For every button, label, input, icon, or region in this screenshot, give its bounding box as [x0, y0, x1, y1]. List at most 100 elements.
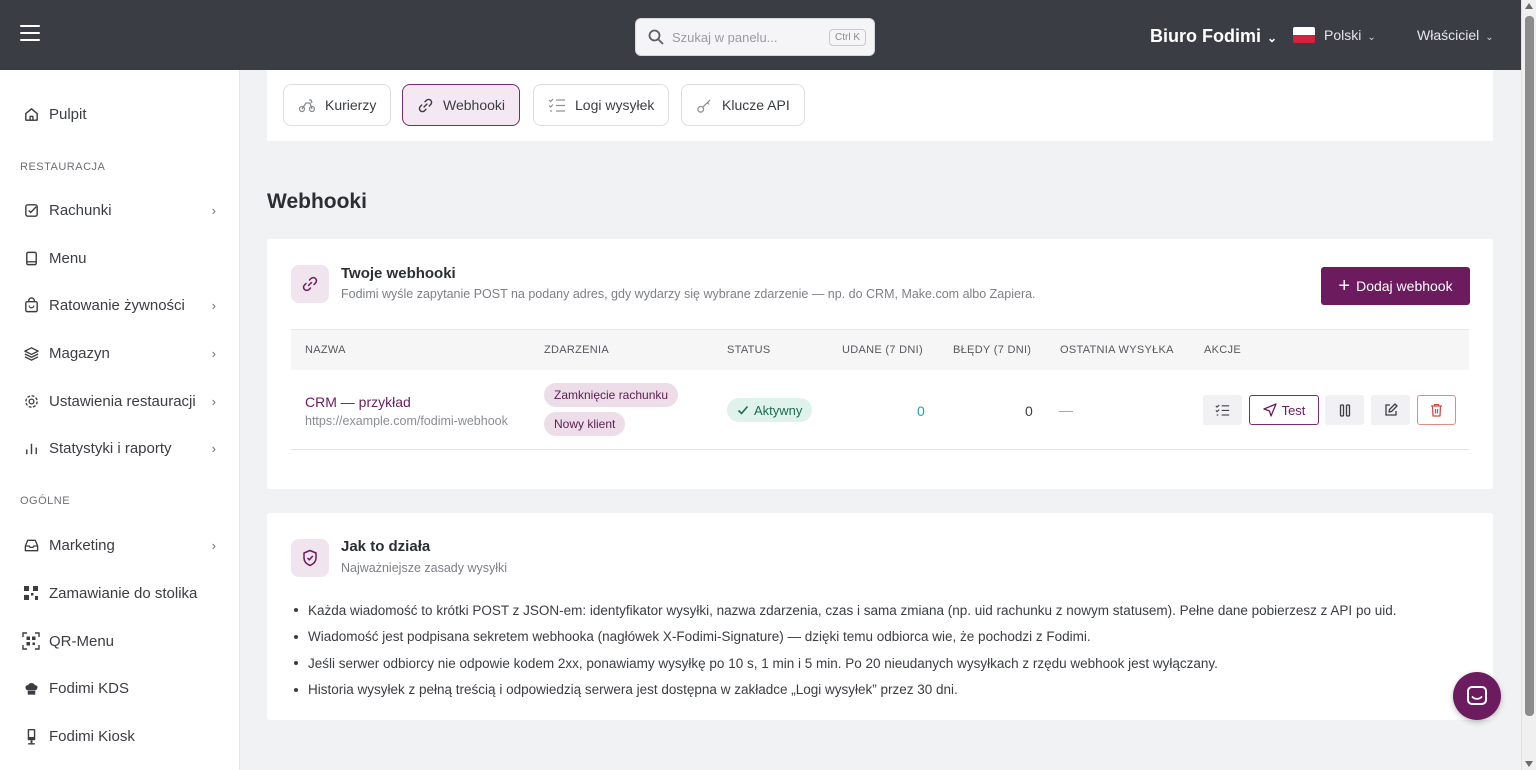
pause-webhook-button[interactable]: [1325, 395, 1364, 425]
checklist-icon: [548, 97, 566, 113]
tab-label: Kurierzy: [325, 97, 377, 113]
status-badge: Aktywny: [727, 398, 813, 422]
chevron-right-icon: ›: [211, 345, 216, 361]
sidebar-item-label: Marketing: [49, 536, 115, 554]
scroll-up-icon[interactable]: [1525, 3, 1533, 9]
sidebar-item-menu[interactable]: Menu: [0, 238, 240, 278]
tab-couriers[interactable]: Kurierzy: [283, 84, 392, 126]
link-icon: [291, 265, 329, 303]
webhooks-card: Twoje webhooki Fodimi wyśle zapytanie PO…: [267, 239, 1493, 489]
card-title: Twoje webhooki: [341, 265, 456, 282]
tab-webhooks[interactable]: Webhooki: [402, 84, 521, 126]
section-label-general: OGÓLNE: [20, 495, 71, 507]
chevron-down-icon: ⌄: [1267, 31, 1278, 45]
delete-webhook-button[interactable]: [1417, 395, 1456, 425]
link-icon: [417, 97, 434, 114]
add-webhook-button[interactable]: + Dodaj webhook: [1321, 267, 1470, 305]
sidebar-item-stats-reports[interactable]: Statystyki i raporty ›: [0, 428, 240, 468]
list-item: Jeśli serwer odbiorcy nie odpowie kodem …: [291, 650, 1471, 677]
sidebar-item-label: Pulpit: [49, 105, 87, 123]
event-badge: Nowy klient: [544, 412, 626, 436]
bar-chart-icon: [22, 439, 40, 457]
test-label: Test: [1281, 402, 1306, 418]
chevron-down-icon: ⌄: [1485, 32, 1494, 43]
sidebar-item-label: Magazyn: [49, 344, 110, 362]
search-input[interactable]: [672, 27, 812, 47]
sidebar-item-label: Menu: [49, 249, 87, 267]
inbox-icon: [22, 536, 40, 554]
organization-switcher[interactable]: Biuro Fodimi ⌄: [1150, 26, 1277, 47]
status-label: Aktywny: [754, 402, 803, 418]
book-icon: [22, 249, 40, 267]
sidebar-item-label: QR-Menu: [49, 632, 115, 650]
bag-icon: [22, 296, 40, 314]
column-header-name: NAZWA: [305, 344, 346, 356]
pause-icon: [1339, 403, 1350, 417]
webhook-name[interactable]: CRM — przykład: [305, 394, 411, 410]
sidebar-item-label: Fodimi KDS: [49, 679, 130, 697]
tab-label: Webhooki: [443, 97, 506, 113]
sidebar-item-label: Rachunki: [49, 201, 112, 219]
sidebar: Pulpit RESTAURACJA Rachunki › Menu Ratow…: [0, 70, 240, 770]
sidebar-item-restaurant-settings[interactable]: Ustawienia restauracji ›: [0, 381, 240, 421]
sidebar-item-marketing[interactable]: Marketing ›: [0, 525, 240, 565]
add-webhook-label: Dodaj webhook: [1356, 278, 1453, 294]
gear-icon: [22, 392, 40, 410]
hamburger-menu-icon[interactable]: [20, 25, 40, 43]
error-count: 0: [1025, 403, 1033, 419]
page-scrollbar[interactable]: [1521, 0, 1536, 770]
sidebar-item-label: Fodimi Kiosk: [49, 727, 135, 745]
chat-icon: [1467, 686, 1487, 705]
table-row: CRM — przykład https://example.com/fodim…: [291, 370, 1469, 450]
integration-tabs: Kurierzy Webhooki Logi wysyłek Klucze AP…: [267, 70, 1493, 141]
chevron-right-icon: ›: [211, 297, 216, 313]
column-header-events: ZDARZENIA: [544, 344, 610, 356]
sidebar-item-kiosk[interactable]: Fodimi Kiosk: [0, 716, 240, 756]
chat-support-button[interactable]: [1453, 672, 1501, 720]
edit-icon: [1384, 403, 1398, 416]
chevron-down-icon: ⌄: [1367, 32, 1376, 43]
sidebar-item-bills[interactable]: Rachunki ›: [0, 190, 240, 230]
checklist-icon: [1215, 404, 1230, 416]
sidebar-item-food-rescue[interactable]: Ratowanie żywności ›: [0, 285, 240, 325]
column-header-status: STATUS: [727, 344, 771, 356]
test-webhook-button[interactable]: Test: [1249, 395, 1319, 425]
receipt-check-icon: [22, 201, 40, 219]
chef-hat-icon: [22, 679, 40, 697]
edit-webhook-button[interactable]: [1371, 395, 1410, 425]
organization-name: Biuro Fodimi: [1150, 26, 1261, 46]
chevron-right-icon: ›: [211, 202, 216, 218]
card-title: Jak to działa: [341, 538, 431, 555]
shield-check-icon: [291, 539, 329, 577]
chevron-right-icon: ›: [211, 440, 216, 456]
check-icon: [737, 405, 749, 415]
sidebar-item-qr-menu[interactable]: QR-Menu: [0, 621, 240, 661]
user-menu[interactable]: Właściciel ⌄: [1417, 27, 1494, 43]
event-badge: Zamknięcie rachunku: [544, 383, 679, 407]
card-subtitle: Fodimi wyśle zapytanie POST na podany ad…: [341, 287, 1036, 301]
poland-flag-icon: [1293, 27, 1315, 43]
search-icon: [648, 29, 664, 45]
list-item: Historia wysyłek z pełną treścią i odpow…: [291, 677, 1471, 704]
tab-label: Klucze API: [722, 97, 790, 113]
tab-api-keys[interactable]: Klucze API: [681, 84, 805, 126]
qr-scan-icon: [22, 632, 40, 650]
chevron-right-icon: ›: [211, 393, 216, 409]
sidebar-item-dashboard[interactable]: Pulpit: [0, 94, 240, 134]
scroll-down-icon[interactable]: [1525, 761, 1533, 767]
view-logs-button[interactable]: [1203, 395, 1242, 425]
column-header-actions: AKCJE: [1204, 344, 1241, 356]
sidebar-item-label: Statystyki i raporty: [49, 439, 172, 457]
tab-delivery-logs[interactable]: Logi wysyłek: [533, 84, 670, 126]
language-selector[interactable]: Polski ⌄: [1324, 27, 1376, 43]
sidebar-item-table-ordering[interactable]: Zamawianie do stolika: [0, 573, 240, 613]
search-box[interactable]: Ctrl K: [635, 18, 875, 56]
sidebar-item-warehouse[interactable]: Magazyn ›: [0, 333, 240, 373]
scrollbar-thumb[interactable]: [1525, 16, 1534, 716]
trash-icon: [1431, 403, 1442, 417]
column-header-success: UDANE (7 DNI): [842, 344, 923, 356]
sidebar-item-kds[interactable]: Fodimi KDS: [0, 668, 240, 708]
home-icon: [22, 105, 40, 123]
page-title: Webhooki: [267, 190, 367, 213]
last-sent: —: [1059, 402, 1073, 418]
